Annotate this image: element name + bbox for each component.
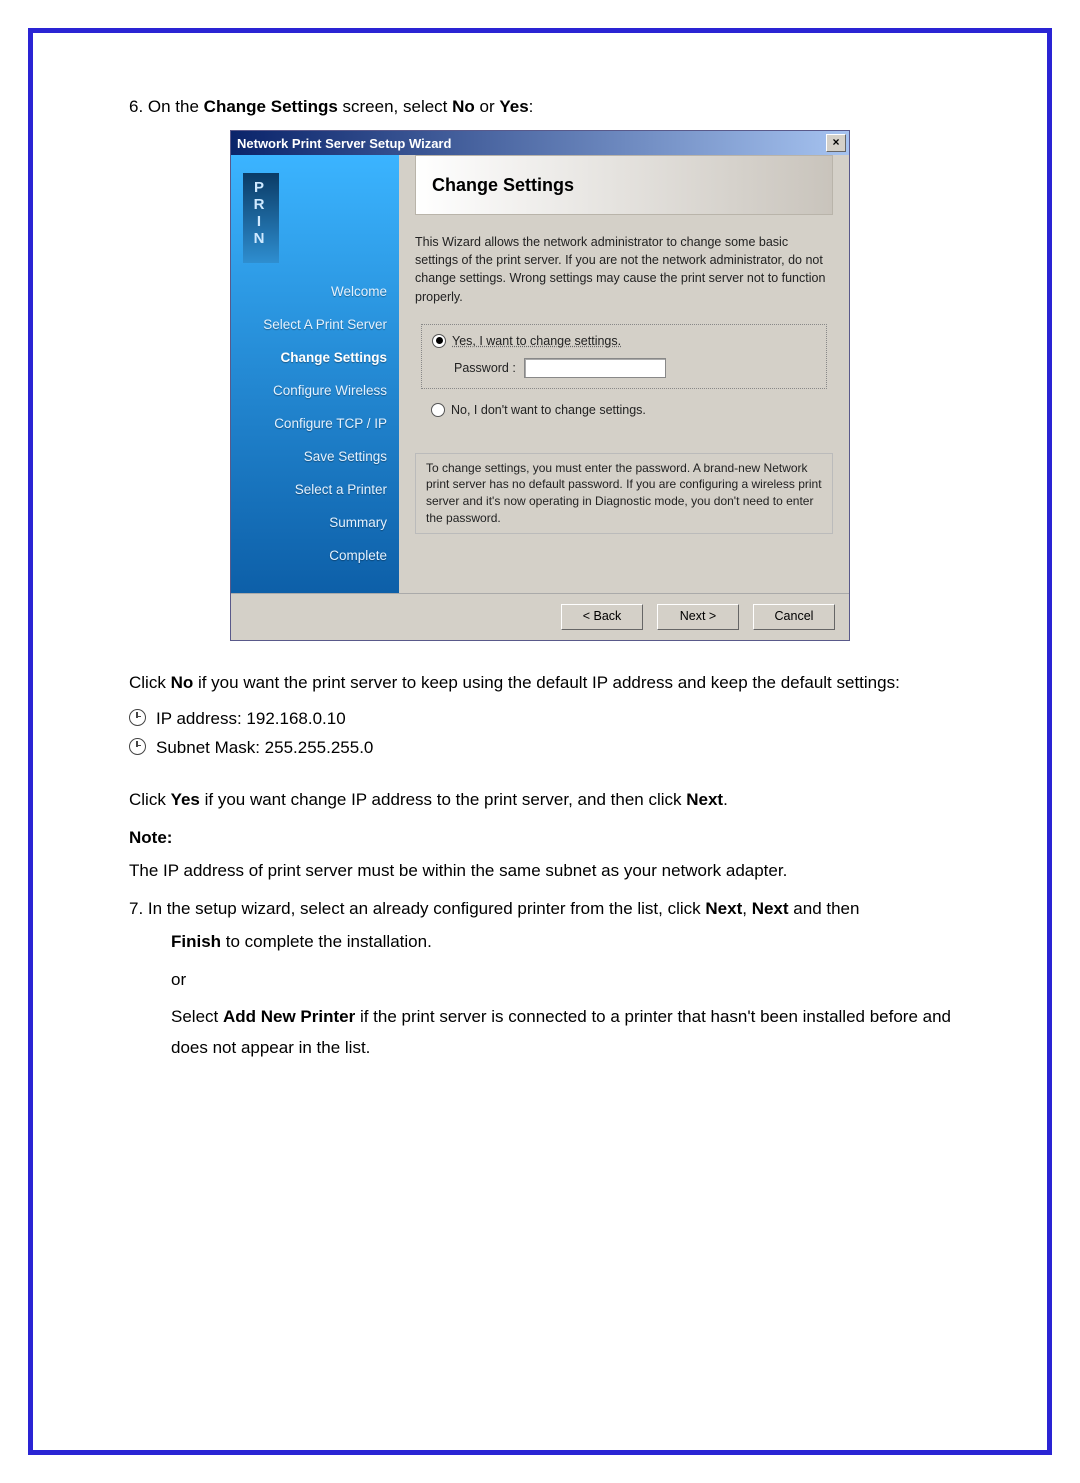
step-configure-tcpip: Configure TCP / IP xyxy=(241,407,389,440)
step7-line2: Finish to complete the installation. xyxy=(171,926,951,957)
step-complete: Complete xyxy=(241,539,389,572)
note-body: The IP address of print server must be w… xyxy=(129,855,951,886)
close-icon[interactable]: × xyxy=(826,134,846,152)
step-select-print-server: Select A Print Server xyxy=(241,308,389,341)
text-bold: Next xyxy=(686,790,723,809)
step-change-settings: Change Settings xyxy=(241,341,389,374)
radio-yes-icon[interactable] xyxy=(432,334,446,348)
option-no-row[interactable]: No, I don't want to change settings. xyxy=(431,403,833,417)
list-item-text: IP address: 192.168.0.10 xyxy=(156,709,346,728)
wizard-note-box: To change settings, you must enter the p… xyxy=(415,453,833,534)
text: and then xyxy=(789,899,860,918)
list-item: Subnet Mask: 255.255.255.0 xyxy=(129,734,951,763)
text-bold: Next xyxy=(752,899,789,918)
text-bold: Add New Printer xyxy=(223,1007,355,1026)
wizard-main: Change Settings This Wizard allows the n… xyxy=(399,155,849,593)
text: , xyxy=(742,899,751,918)
text-bold: Next xyxy=(705,899,742,918)
text: . xyxy=(723,790,728,809)
step-welcome: Welcome xyxy=(241,275,389,308)
text-bold: Yes xyxy=(171,790,200,809)
clock-icon xyxy=(129,709,146,726)
step-save-settings: Save Settings xyxy=(241,440,389,473)
text: or xyxy=(475,97,500,116)
step7-line1: 7. In the setup wizard, select an alread… xyxy=(129,893,951,924)
option-yes-label: Yes, I want to change settings. xyxy=(452,334,621,348)
wizard-sidebar: PRIN Welcome Select A Print Server Chang… xyxy=(231,155,399,593)
wizard-window: Network Print Server Setup Wizard × PRIN… xyxy=(230,130,850,641)
clock-icon xyxy=(129,738,146,755)
list-item-text: Subnet Mask: 255.255.255.0 xyxy=(156,738,373,757)
text: if you want change IP address to the pri… xyxy=(200,790,686,809)
text: Click xyxy=(129,673,171,692)
click-yes-paragraph: Click Yes if you want change IP address … xyxy=(129,784,951,815)
next-button[interactable]: Next > xyxy=(657,604,739,630)
note-label: Note: xyxy=(129,822,951,853)
text: Click xyxy=(129,790,171,809)
wizard-title: Network Print Server Setup Wizard xyxy=(237,136,451,151)
option-yes-row[interactable]: Yes, I want to change settings. xyxy=(432,334,816,348)
wizard-step-list: Welcome Select A Print Server Change Set… xyxy=(241,273,389,572)
radio-no-icon[interactable] xyxy=(431,403,445,417)
step7-addnew: Select Add New Printer if the print serv… xyxy=(171,1001,951,1064)
back-button[interactable]: < Back xyxy=(561,604,643,630)
text: to complete the installation. xyxy=(221,932,432,951)
page-frame: 6. On the Change Settings screen, select… xyxy=(28,28,1052,1455)
text: if you want the print server to keep usi… xyxy=(193,673,900,692)
step6-intro: 6. On the Change Settings screen, select… xyxy=(129,93,951,120)
step-select-printer: Select a Printer xyxy=(241,473,389,506)
text-bold: Note: xyxy=(129,828,172,847)
click-no-paragraph: Click No if you want the print server to… xyxy=(129,667,951,698)
text: screen, select xyxy=(338,97,452,116)
wizard-heading: Change Settings xyxy=(415,155,833,215)
text-bold: No xyxy=(452,97,475,116)
wizard-description: This Wizard allows the network administr… xyxy=(415,233,833,306)
password-input[interactable] xyxy=(524,358,666,378)
brand-vertical: PRIN xyxy=(243,173,279,263)
wizard-titlebar: Network Print Server Setup Wizard × xyxy=(231,131,849,155)
text-bold: No xyxy=(171,673,194,692)
password-label: Password : xyxy=(454,361,516,375)
text: : xyxy=(529,97,534,116)
option-no-label: No, I don't want to change settings. xyxy=(451,403,646,417)
cancel-button[interactable]: Cancel xyxy=(753,604,835,630)
default-settings-list: IP address: 192.168.0.10 Subnet Mask: 25… xyxy=(129,705,951,763)
text: Select xyxy=(171,1007,223,1026)
options-group: Yes, I want to change settings. Password… xyxy=(421,324,827,389)
step7-or: or xyxy=(171,964,951,995)
text: 6. On the xyxy=(129,97,204,116)
list-item: IP address: 192.168.0.10 xyxy=(129,705,951,734)
step-summary: Summary xyxy=(241,506,389,539)
wizard-footer: < Back Next > Cancel xyxy=(231,593,849,640)
text: 7. In the setup wizard, select an alread… xyxy=(129,899,705,918)
text-bold: Yes xyxy=(499,97,528,116)
step-configure-wireless: Configure Wireless xyxy=(241,374,389,407)
text-bold: Change Settings xyxy=(204,97,338,116)
text-bold: Finish xyxy=(171,932,221,951)
